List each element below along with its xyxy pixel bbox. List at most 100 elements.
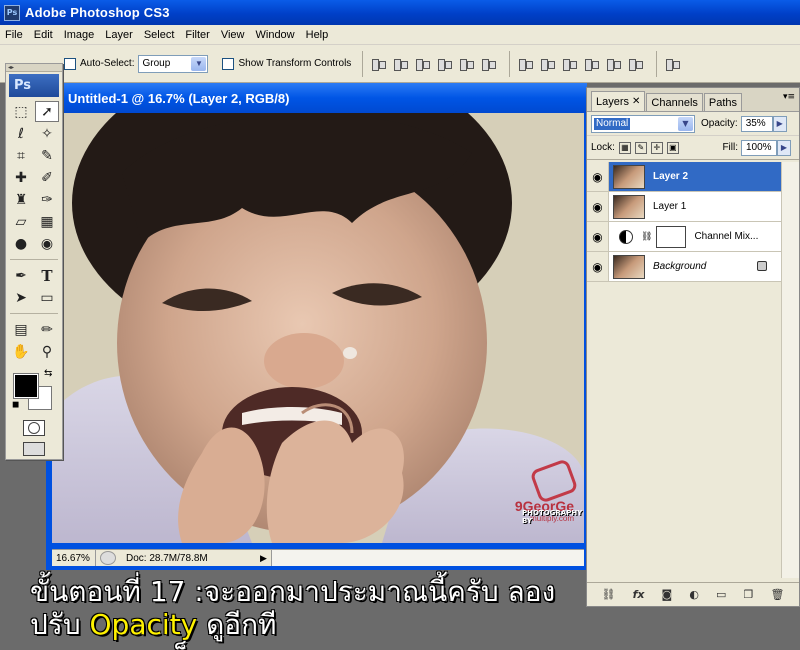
blend-mode-dropdown[interactable]: Normal ▼	[591, 114, 695, 133]
eye-icon[interactable]: ◉	[587, 162, 609, 191]
gradient-tool-icon[interactable]: ▦	[35, 211, 59, 232]
document-title-bar[interactable]: Untitled-1 @ 16.7% (Layer 2, RGB/8)	[46, 83, 587, 113]
watermark-logo-icon	[529, 458, 579, 504]
default-colors-icon[interactable]: ◼	[12, 400, 19, 410]
dodge-tool-icon[interactable]: ◉	[35, 233, 59, 254]
menu-window[interactable]: Window	[251, 29, 301, 41]
align-bottom-icon[interactable]	[414, 56, 431, 72]
menu-image[interactable]: Image	[59, 29, 101, 41]
eraser-tool-icon[interactable]: ▱	[9, 211, 33, 232]
menu-help[interactable]: Help	[301, 29, 335, 41]
distribute-vcenter-icon[interactable]	[539, 56, 556, 72]
link-layers-icon[interactable]: ⛓	[602, 588, 616, 601]
layers-scrollbar[interactable]	[781, 162, 799, 578]
layer-thumbnail	[613, 194, 645, 219]
layer-row-background[interactable]: ◉ Background	[587, 252, 781, 282]
new-adjustment-layer-icon[interactable]: ◐	[689, 588, 699, 601]
align-top-icon[interactable]	[370, 56, 387, 72]
blur-tool-icon[interactable]: ●	[9, 233, 33, 254]
notes-tool-icon[interactable]: ▤	[9, 319, 33, 340]
opacity-field[interactable]: 35%	[740, 115, 773, 132]
zoom-field[interactable]: 16.67%	[52, 550, 96, 566]
menu-view[interactable]: View	[216, 29, 251, 41]
layer-row-channel-mixer[interactable]: ◉ ⛓ Channel Mix...	[587, 222, 781, 252]
foreground-color-swatch[interactable]	[13, 373, 39, 399]
add-mask-icon[interactable]: ◙	[662, 588, 673, 601]
close-icon[interactable]: ✕	[632, 96, 640, 107]
screen-mode-icon[interactable]	[23, 442, 45, 456]
history-brush-tool-icon[interactable]: ✑	[35, 189, 59, 210]
move-tool-icon[interactable]: ➚	[35, 101, 59, 122]
eyedropper-tool-icon[interactable]: ✏	[35, 319, 59, 340]
panel-menu-icon[interactable]: ▾≡	[783, 92, 795, 102]
tab-layers[interactable]: Layers ✕	[591, 91, 646, 111]
lock-all-icon[interactable]: ▣	[666, 141, 679, 154]
marquee-tool-icon[interactable]: ⬚	[9, 101, 33, 122]
lock-position-icon[interactable]: ✛	[650, 141, 663, 154]
image-canvas[interactable]: 9GeorGe multiply.com PHOTOGRAPHY BY	[52, 113, 584, 543]
new-layer-icon[interactable]: ❐	[743, 588, 753, 601]
lock-image-icon[interactable]: ✎	[634, 141, 647, 154]
status-menu-arrow-icon[interactable]: ▶	[260, 553, 267, 564]
layers-panel-footer: ⛓ fx ◙ ◐ ▭ ❐ 🗑	[587, 582, 799, 606]
magic-wand-tool-icon[interactable]: ✧	[35, 123, 59, 144]
layer-mask-thumbnail[interactable]	[656, 225, 687, 248]
layer-row-layer-1[interactable]: ◉ Layer 1	[587, 192, 781, 222]
menu-select[interactable]: Select	[139, 29, 181, 41]
layer-style-icon[interactable]: fx	[633, 588, 645, 601]
clone-stamp-tool-icon[interactable]: ♜	[9, 189, 33, 210]
menu-edit[interactable]: Edit	[29, 29, 59, 41]
auto-align-icon[interactable]	[664, 56, 681, 72]
transform-controls-checkbox[interactable]	[222, 57, 235, 70]
auto-select-dropdown[interactable]: Group ▼	[138, 54, 209, 73]
eye-icon[interactable]: ◉	[587, 192, 609, 221]
healing-brush-tool-icon[interactable]: ✚	[9, 167, 33, 188]
lock-transparency-icon[interactable]: ▦	[618, 141, 631, 154]
distribute-top-icon[interactable]	[517, 56, 534, 72]
opacity-slider-arrow-icon[interactable]: ▶	[772, 115, 787, 132]
hand-tool-icon[interactable]: ✋	[9, 341, 33, 362]
eye-icon[interactable]: ◉	[587, 222, 609, 251]
horizontal-scrollbar[interactable]	[270, 550, 584, 566]
link-chain-icon[interactable]: ⛓	[641, 232, 652, 242]
lock-icon	[757, 261, 767, 271]
align-vcenter-icon[interactable]	[392, 56, 409, 72]
fill-slider-arrow-icon[interactable]: ▶	[777, 139, 791, 156]
align-hcenter-icon[interactable]	[458, 56, 475, 72]
align-right-icon[interactable]	[480, 56, 497, 72]
type-tool-icon[interactable]: T	[35, 265, 59, 286]
path-selection-tool-icon[interactable]: ➤	[9, 287, 33, 308]
quick-mask-icon[interactable]	[23, 420, 45, 436]
crop-tool-icon[interactable]: ⌗	[9, 145, 33, 166]
doc-size-info: Doc: 28.7M/78.8M	[126, 552, 208, 564]
zoom-tool-icon[interactable]: ⚲	[35, 341, 59, 362]
shape-tool-icon[interactable]: ▭	[35, 287, 59, 308]
status-info-icon[interactable]	[100, 551, 116, 565]
app-title-bar[interactable]: Ps Adobe Photoshop CS3	[0, 0, 800, 25]
distribute-bottom-icon[interactable]	[561, 56, 578, 72]
new-group-icon[interactable]: ▭	[716, 588, 726, 601]
distribute-left-icon[interactable]	[583, 56, 600, 72]
tab-paths[interactable]: Paths	[703, 93, 743, 111]
lasso-tool-icon[interactable]: ℓ	[9, 123, 33, 144]
swap-colors-icon[interactable]: ⇆	[44, 368, 52, 379]
menu-filter[interactable]: Filter	[180, 29, 215, 41]
pen-tool-icon[interactable]: ✒	[9, 265, 33, 286]
slice-tool-icon[interactable]: ✎	[35, 145, 59, 166]
layer-row-layer-2[interactable]: ◉ Layer 2	[587, 162, 781, 192]
eye-icon[interactable]: ◉	[587, 252, 609, 281]
caption-line-2: จนเหมาะเหม็ง	[30, 641, 590, 650]
toolbox-grip[interactable]: ◂▸	[6, 64, 62, 72]
color-swatches: ⇆ ◼	[6, 368, 62, 416]
brush-tool-icon[interactable]: ✐	[35, 167, 59, 188]
distribute-hcenter-icon[interactable]	[605, 56, 622, 72]
tab-channels[interactable]: Channels	[646, 93, 703, 111]
menu-layer[interactable]: Layer	[100, 29, 139, 41]
distribute-right-icon[interactable]	[627, 56, 644, 72]
auto-select-checkbox[interactable]	[64, 57, 76, 70]
toolbox-logo[interactable]: Ps	[9, 74, 59, 97]
trash-icon[interactable]: 🗑	[770, 588, 784, 601]
align-left-icon[interactable]	[436, 56, 453, 72]
menu-file[interactable]: File	[0, 29, 29, 41]
fill-field[interactable]: 100%	[741, 139, 777, 156]
